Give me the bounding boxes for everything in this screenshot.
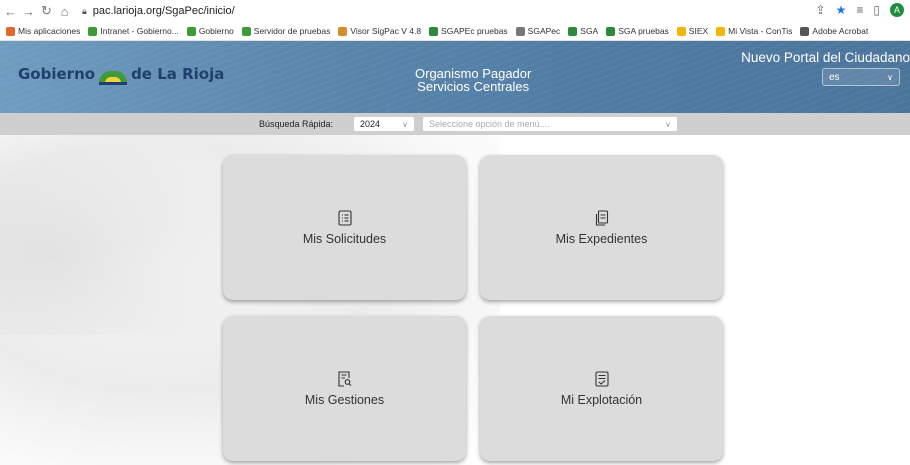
chevron-down-icon: ∨ <box>887 72 893 82</box>
bookmark-item[interactable]: Mi Vista - ConTis <box>716 26 792 36</box>
bookmark-icon <box>515 26 525 36</box>
home-icon[interactable]: ⌂ <box>57 4 72 19</box>
side-panel-icon[interactable]: ▯ <box>873 3 880 17</box>
bookmark-item[interactable]: SGAPec <box>515 26 561 36</box>
language-value: es <box>829 71 840 83</box>
tile-label: Mis Solicitudes <box>302 231 387 246</box>
list-icon <box>337 209 352 226</box>
tile-mis-solicitudes[interactable]: Mis Solicitudes <box>223 155 466 300</box>
bookmark-label: Mi Vista - ConTis <box>728 26 793 36</box>
bookmark-label: Intranet - Gobierno... <box>100 26 179 36</box>
profile-avatar[interactable]: A <box>890 3 904 17</box>
logo-mark-icon <box>99 63 128 85</box>
bookmark-icon <box>676 26 686 36</box>
site-header: Gobierno de La Rioja Organismo Pagador S… <box>0 41 910 113</box>
year-select[interactable]: 2024 ∨ <box>353 116 415 132</box>
bookmark-icon <box>429 26 439 36</box>
tile-label: Mis Expedientes <box>555 231 648 246</box>
menu-option-select[interactable]: Seleccione opción de menú.... ∨ <box>422 116 678 132</box>
organization-title: Organismo Pagador Servicios Centrales <box>415 67 531 93</box>
bookmark-label: SGAPEc pruebas <box>441 26 508 36</box>
bookmark-label: SGAPec <box>527 26 561 36</box>
bookmark-icon <box>606 26 616 36</box>
gobierno-logo[interactable]: Gobierno de La Rioja <box>18 63 224 85</box>
reload-icon[interactable]: ↻ <box>39 3 54 19</box>
documents-icon <box>595 209 608 226</box>
bookmarks-bar: Mis aplicaciones Intranet - Gobierno... Go… <box>0 22 910 41</box>
bookmark-item[interactable]: Servidor de pruebas <box>241 26 331 36</box>
bookmark-item[interactable]: Mis aplicaciones <box>6 26 80 36</box>
bookmark-icon <box>186 26 196 36</box>
bookmark-icon <box>88 26 98 36</box>
browser-address-bar: ← → ↻ ⌂ 🔒︎ pac.larioja.org/SgaPec/inicio… <box>0 0 910 22</box>
language-select[interactable]: es ∨ <box>822 68 900 86</box>
bookmark-label: SIEX <box>688 26 709 36</box>
bookmark-item[interactable]: SIEX <box>676 26 709 36</box>
share-icon[interactable]: ⇪ <box>816 3 826 17</box>
document-search-icon <box>337 370 351 387</box>
portal-title[interactable]: Nuevo Portal del Ciudadano <box>741 50 910 65</box>
tile-label: Mi Explotación <box>560 392 643 407</box>
quick-search-bar: Búsqueda Rápida: 2024 ∨ Seleccione opció… <box>0 113 910 135</box>
bookmark-item[interactable]: SGA pruebas <box>606 26 669 36</box>
bookmark-icon <box>6 26 15 36</box>
bookmark-icon <box>568 26 578 36</box>
quick-search-label: Búsqueda Rápida: <box>259 119 334 129</box>
url-text: pac.larioja.org/SgaPec/inicio/ <box>92 5 235 17</box>
tile-mi-explotacion[interactable]: Mi Explotación <box>480 316 723 461</box>
background-shade <box>0 135 260 335</box>
back-icon[interactable]: ← <box>3 4 18 19</box>
lock-icon: 🔒︎ <box>82 5 87 16</box>
bookmark-label: SGA <box>580 26 599 36</box>
url-field[interactable]: 🔒︎ pac.larioja.org/SgaPec/inicio/ <box>82 5 235 17</box>
browser-toolbar-right: ⇪ ★ ≡ ▯ A <box>816 3 904 17</box>
bookmark-label: SGA pruebas <box>618 26 669 36</box>
bookmark-icon <box>800 26 810 36</box>
bookmark-item[interactable]: SGA <box>568 26 598 36</box>
chevron-down-icon: ∨ <box>665 119 671 129</box>
reading-list-icon[interactable]: ≡ <box>856 3 863 17</box>
bookmark-label: Gobierno <box>198 26 234 36</box>
bookmark-icon <box>338 26 348 36</box>
bookmark-item[interactable]: SGAPEc pruebas <box>429 26 508 36</box>
logo-text-1: Gobierno <box>18 65 96 83</box>
year-value: 2024 <box>360 119 381 129</box>
main-content: Mis Solicitudes Mis Expedientes Mis Gest… <box>0 135 910 465</box>
tile-mis-expedientes[interactable]: Mis Expedientes <box>480 155 723 300</box>
bookmark-label: Visor SigPac V 4.8 <box>350 26 422 36</box>
tile-label: Mis Gestiones <box>304 392 385 407</box>
bookmark-label: Mis aplicaciones <box>18 26 81 36</box>
bookmark-label: Adobe Acrobat <box>812 26 869 36</box>
tile-mis-gestiones[interactable]: Mis Gestiones <box>223 316 466 461</box>
bookmark-item[interactable]: Gobierno <box>186 26 234 36</box>
bookmark-label: Servidor de pruebas <box>253 26 331 36</box>
bookmark-icon <box>716 26 726 36</box>
bookmark-item[interactable]: Adobe Acrobat <box>800 26 868 36</box>
menu-option-placeholder: Seleccione opción de menú.... <box>429 119 550 129</box>
document-check-icon <box>594 370 609 387</box>
forward-icon[interactable]: → <box>21 4 36 19</box>
bookmark-star-icon[interactable]: ★ <box>836 3 847 17</box>
chevron-down-icon: ∨ <box>402 119 408 129</box>
bookmark-item[interactable]: Visor SigPac V 4.8 <box>338 26 421 36</box>
bookmark-icon <box>241 26 251 36</box>
logo-text-2: de La Rioja <box>131 65 225 83</box>
org-line-2: Servicios Centrales <box>417 79 530 94</box>
bookmark-item[interactable]: Intranet - Gobierno... <box>88 26 179 36</box>
